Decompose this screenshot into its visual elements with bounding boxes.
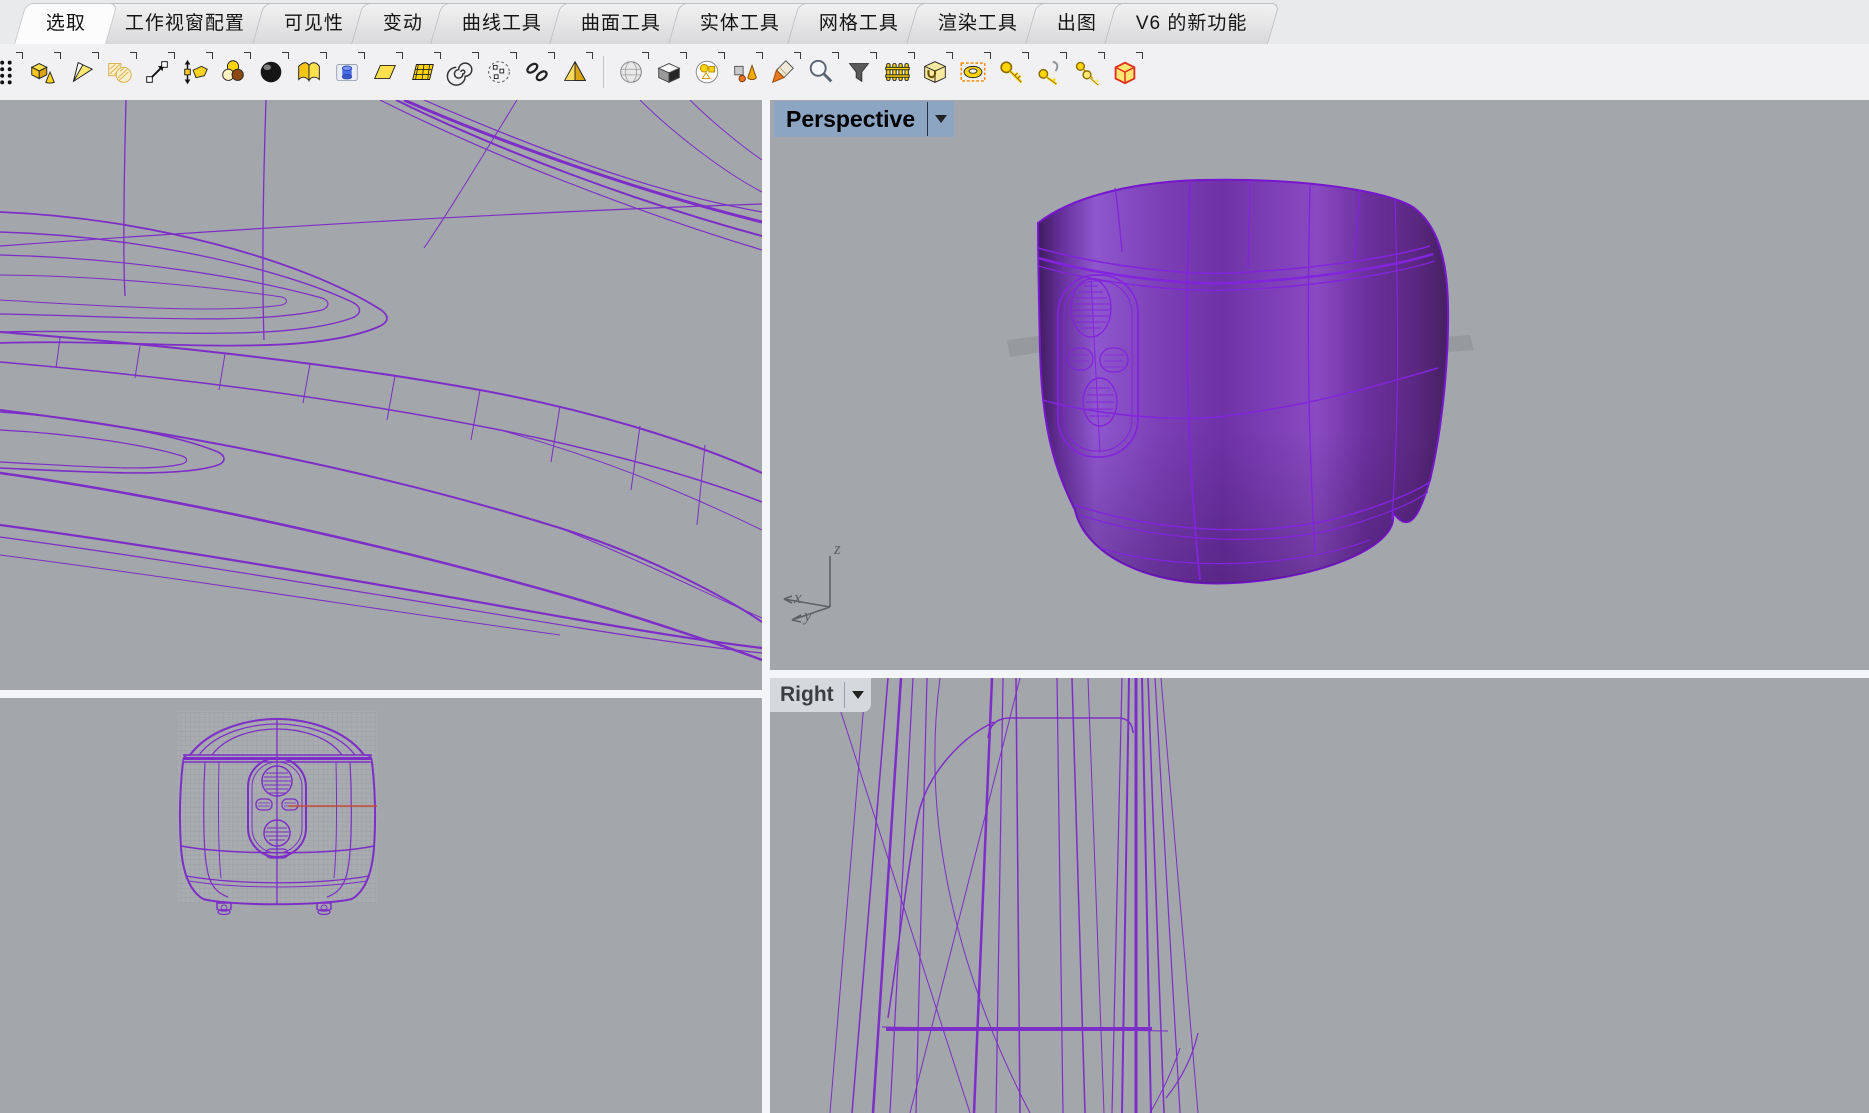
select-small-objects-icon[interactable] — [480, 50, 518, 94]
tab-label: V6 的新功能 — [1136, 4, 1248, 44]
tab-1[interactable]: 选取 — [14, 3, 118, 44]
tab-label: 曲线工具 — [462, 4, 542, 44]
fence-bars-icon[interactable] — [878, 50, 916, 94]
tab-label: 变动 — [383, 4, 423, 44]
shaded-sphere-icon[interactable] — [612, 50, 650, 94]
main-toolbar — [0, 44, 1869, 100]
viewport-perspective[interactable]: Perspective — [770, 100, 1869, 670]
viewport-splitter-right-horizontal[interactable] — [770, 670, 1869, 678]
perspective-label-text[interactable]: Perspective — [786, 106, 927, 133]
toolbar-tab-bar: 选取工作视窗配置可见性变动曲线工具曲面工具实体工具网格工具渲染工具出图 V6 的新… — [0, 0, 1869, 44]
wireframe-front-view — [0, 698, 762, 1113]
point-cloud-select-icon[interactable] — [0, 50, 24, 94]
viewport-splitter-vertical[interactable] — [762, 100, 770, 1113]
tab-label: 选取 — [46, 4, 86, 44]
viewport-splitter-left-horizontal[interactable] — [0, 690, 762, 698]
select-chain-icon[interactable] — [518, 50, 556, 94]
open-surface-icon[interactable] — [290, 50, 328, 94]
render-primitives-icon[interactable] — [726, 50, 764, 94]
tab-2[interactable]: 工作视窗配置 — [93, 3, 277, 44]
tab-label: 曲面工具 — [581, 4, 661, 44]
viewport-label-perspective[interactable]: Perspective — [774, 101, 954, 137]
red-edge-cube-icon[interactable] — [1106, 50, 1144, 94]
tab-label: 可见性 — [284, 4, 344, 44]
gumball-hand-icon[interactable] — [176, 50, 214, 94]
tab-label: 出图 — [1057, 4, 1097, 44]
rhino-app-window: 选取工作视窗配置可见性变动曲线工具曲面工具实体工具网格工具渲染工具出图 V6 的新… — [0, 0, 1869, 1113]
u-box-icon[interactable] — [916, 50, 954, 94]
paintbrush-icon[interactable] — [764, 50, 802, 94]
select-plane-icon[interactable] — [366, 50, 404, 94]
tab-label: 实体工具 — [700, 4, 780, 44]
axis-label-z: z — [833, 539, 841, 558]
chevron-down-icon[interactable] — [928, 115, 954, 123]
shaded-model-rice-cooker: z x y — [770, 100, 1869, 670]
viewport-label-right[interactable]: Right — [770, 678, 871, 712]
black-sphere-icon[interactable] — [252, 50, 290, 94]
viewport-right[interactable]: Right — [770, 678, 1869, 1113]
tab-label: 渲染工具 — [938, 4, 1018, 44]
select-solids-icon[interactable] — [24, 50, 62, 94]
wireframe-right-view — [770, 678, 1869, 1113]
select-mesh-plane-icon[interactable] — [404, 50, 442, 94]
select-pyramid-icon[interactable] — [556, 50, 594, 94]
shapes-in-circle-icon[interactable] — [688, 50, 726, 94]
viewport-top-left[interactable] — [0, 100, 762, 690]
select-surfaces-icon[interactable] — [62, 50, 100, 94]
clipping-cylinder-icon[interactable] — [328, 50, 366, 94]
key-hook-icon[interactable] — [1030, 50, 1068, 94]
filter-funnel-icon[interactable] — [840, 50, 878, 94]
axis-label-x: x — [793, 588, 802, 607]
chevron-down-icon[interactable] — [845, 691, 871, 699]
select-hatches-icon[interactable] — [100, 50, 138, 94]
two-keys-icon[interactable] — [1068, 50, 1106, 94]
shaded-cube-icon[interactable] — [650, 50, 688, 94]
move-arrows-icon[interactable] — [138, 50, 176, 94]
wireframe-curves-top-view — [0, 100, 762, 690]
tab-label: 网格工具 — [819, 4, 899, 44]
select-by-color-icon[interactable] — [214, 50, 252, 94]
spiral-icon[interactable] — [442, 50, 480, 94]
ring-marquee-icon[interactable] — [954, 50, 992, 94]
key-icon[interactable] — [992, 50, 1030, 94]
viewport-bottom-left[interactable] — [0, 698, 762, 1113]
tab-label: 工作视窗配置 — [125, 4, 245, 44]
axis-label-y: y — [802, 606, 812, 625]
magnifier-icon[interactable] — [802, 50, 840, 94]
tab-11[interactable]: V6 的新功能 — [1104, 3, 1279, 44]
toolbar-separator — [594, 52, 612, 92]
right-label-text[interactable]: Right — [780, 683, 844, 707]
